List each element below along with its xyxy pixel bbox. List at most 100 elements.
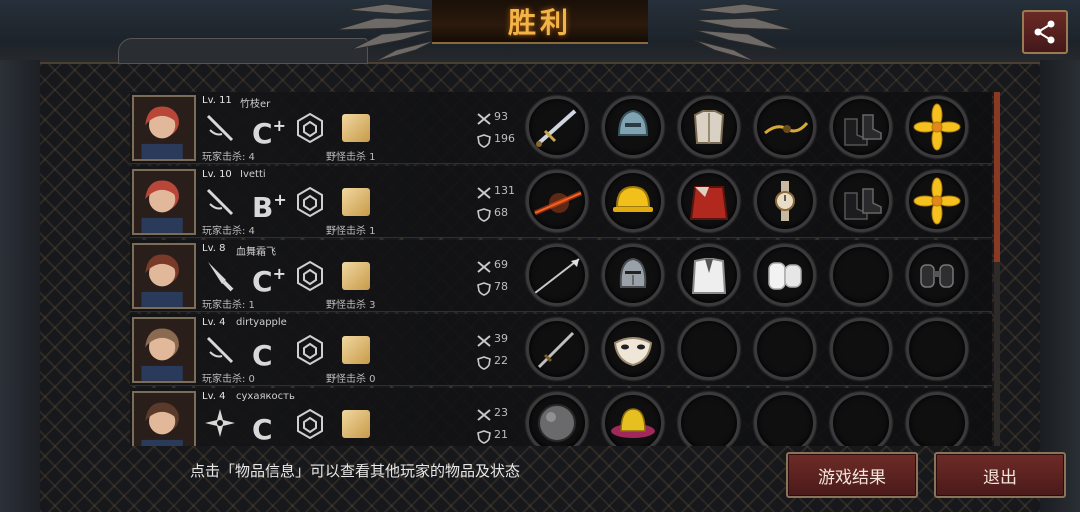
attack-icon: [477, 409, 491, 421]
equipment-slot[interactable]: [906, 244, 968, 306]
equipment-slot[interactable]: [602, 96, 664, 158]
equipment-slot[interactable]: [602, 244, 664, 306]
player-name: 血舞霜飞: [236, 247, 276, 258]
scrollbar-thumb[interactable]: [994, 92, 1000, 262]
player-portrait[interactable]: [132, 243, 196, 309]
spear-icon: [534, 258, 580, 294]
grade-modifier: +: [272, 116, 286, 135]
defense-value: 196: [494, 132, 515, 145]
player-row[interactable]: Lv. 10 Ivetti B+ 玩家击杀: 4 野怪击杀 1 131 68: [130, 166, 992, 238]
player-level: Lv. 8: [202, 243, 226, 254]
equipment-slot[interactable]: [906, 392, 968, 446]
equipment-slot[interactable]: [678, 96, 740, 158]
player-level: Lv. 4: [202, 317, 226, 328]
equipment-slot[interactable]: [526, 170, 588, 232]
player-row[interactable]: Lv. 8 血舞霜飞 C+ 玩家击杀: 1 野怪击杀 3 69 78: [130, 240, 992, 312]
knight-helmet-icon: [619, 257, 647, 288]
watch-icon: [775, 181, 795, 221]
player-kills: 玩家击杀: 1: [202, 300, 255, 311]
equipment-slot[interactable]: [754, 170, 816, 232]
flower-icon: [913, 177, 961, 225]
consumable-item-icon[interactable]: [342, 336, 370, 364]
equipment-slot[interactable]: [526, 96, 588, 158]
player-portrait[interactable]: [132, 169, 196, 235]
scrollbar[interactable]: [994, 92, 1000, 446]
equipment-slot[interactable]: [754, 392, 816, 446]
attack-icon: [477, 261, 491, 273]
grade-letter: C: [252, 339, 273, 372]
consumable-item-icon[interactable]: [342, 262, 370, 290]
equipment-slot[interactable]: [830, 318, 892, 380]
player-kills: 玩家击杀: 4: [202, 152, 255, 163]
left-background: [0, 60, 40, 512]
equipment-slot[interactable]: [678, 392, 740, 446]
boots-icon: [844, 114, 882, 146]
attack-value: 131: [494, 184, 515, 197]
player-name: 竹枝er: [240, 99, 271, 110]
attack-icon: [477, 187, 491, 199]
grade-modifier: +: [272, 264, 286, 283]
equipment-slot[interactable]: [906, 96, 968, 158]
player-portrait[interactable]: [132, 317, 196, 383]
defense-value: 22: [494, 354, 508, 367]
left-wing-ornament: [335, 3, 436, 62]
equipment-slot[interactable]: [602, 392, 664, 446]
equipment-slot[interactable]: [526, 392, 588, 446]
equipment-slot[interactable]: [678, 318, 740, 380]
monster-kills: 野怪击杀 1: [326, 152, 376, 163]
grade-modifier: +: [273, 190, 287, 209]
attack-value: 23: [494, 406, 508, 419]
dagger-icon: [537, 331, 575, 369]
player-grade: C: [252, 406, 273, 446]
equipment-slot[interactable]: [830, 392, 892, 446]
right-background: [1040, 60, 1080, 512]
equipment-slot[interactable]: [754, 244, 816, 306]
victory-banner: 胜利: [432, 0, 648, 44]
equipment-slot[interactable]: [830, 170, 892, 232]
equipment-slot[interactable]: [906, 318, 968, 380]
attack-icon: [477, 335, 491, 347]
hat-icon: [611, 408, 655, 438]
class-hex-icon: [297, 260, 323, 292]
attack-value: 93: [494, 110, 508, 123]
equipment-slot[interactable]: [754, 318, 816, 380]
armor-icon: [693, 110, 725, 144]
defense-value: 68: [494, 206, 508, 219]
equipment-slot[interactable]: [602, 170, 664, 232]
defense-icon: [477, 430, 491, 444]
class-hex-icon: [297, 112, 323, 144]
helmet-icon: [617, 109, 649, 136]
player-grade: C+: [252, 110, 286, 150]
player-row[interactable]: Lv. 11 竹枝er C+ 玩家击杀: 4 野怪击杀 1 93 196: [130, 92, 992, 164]
equipment-slot[interactable]: [830, 244, 892, 306]
player-portrait[interactable]: [132, 391, 196, 446]
player-level: Lv. 10: [202, 169, 232, 180]
equipment-slot[interactable]: [906, 170, 968, 232]
player-level: Lv. 4: [202, 391, 226, 402]
monster-kills: 野怪击杀 0: [326, 374, 376, 385]
share-button[interactable]: [1022, 10, 1068, 54]
consumable-item-icon[interactable]: [342, 410, 370, 438]
defense-icon: [477, 282, 491, 296]
sword-icon: [536, 109, 577, 147]
player-row[interactable]: Lv. 4 сухаякость C 23 21: [130, 388, 992, 446]
defense-icon: [477, 356, 491, 370]
consumable-item-icon[interactable]: [342, 114, 370, 142]
player-name: dirtyapple: [236, 317, 287, 328]
equipment-slot[interactable]: [526, 318, 588, 380]
player-grade: C+: [252, 258, 286, 298]
equipment-slot[interactable]: [678, 244, 740, 306]
equipment-slot[interactable]: [678, 170, 740, 232]
equipment-slot[interactable]: [526, 244, 588, 306]
equipment-slot[interactable]: [830, 96, 892, 158]
consumable-item-icon[interactable]: [342, 188, 370, 216]
game-results-button[interactable]: 游戏结果: [786, 452, 918, 498]
white-suit-icon: [691, 258, 727, 294]
player-list[interactable]: Lv. 11 竹枝er C+ 玩家击杀: 4 野怪击杀 1 93 196 Lv. 10 Ive…: [130, 92, 992, 446]
exit-button[interactable]: 退出: [934, 452, 1066, 498]
player-row[interactable]: Lv. 4 dirtyapple C 玩家击杀: 0 野怪击杀 0 39 22: [130, 314, 992, 386]
player-portrait[interactable]: [132, 95, 196, 161]
equipment-slot[interactable]: [754, 96, 816, 158]
share-icon: [1034, 20, 1055, 44]
equipment-slot[interactable]: [602, 318, 664, 380]
